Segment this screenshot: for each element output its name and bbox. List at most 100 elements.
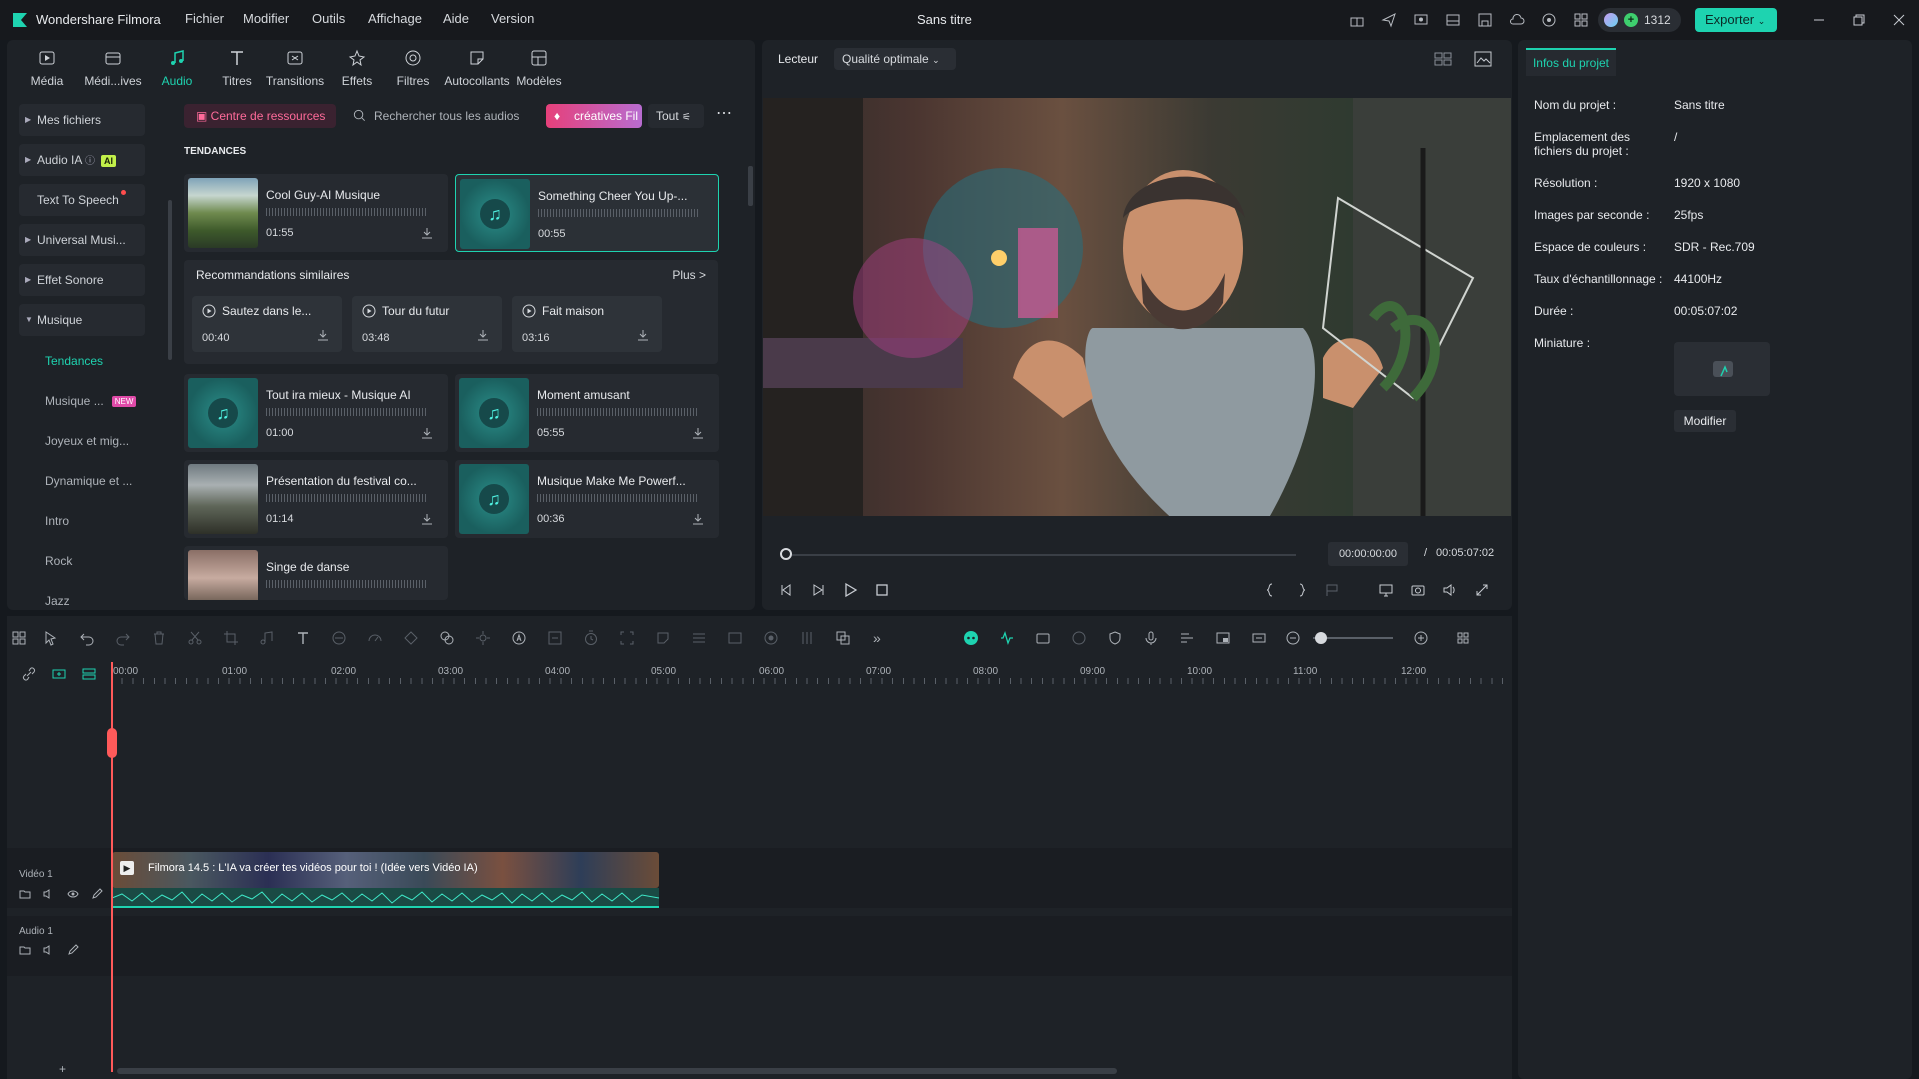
tab-project-info[interactable]: Infos du projet — [1526, 48, 1616, 76]
play-circle-icon[interactable] — [362, 304, 376, 318]
menu-version[interactable]: Version — [491, 11, 534, 26]
redo-icon[interactable] — [115, 630, 131, 646]
sidebar-item-universal-music[interactable]: ▶ Universal Musi... — [19, 224, 145, 256]
text-tool-icon[interactable] — [295, 630, 311, 646]
search-input[interactable]: Rechercher tous les audios — [350, 104, 550, 128]
track-volume-icon[interactable] — [43, 888, 55, 900]
tab-stock-media[interactable]: Médi...ives — [73, 46, 153, 90]
crop-icon[interactable] — [223, 630, 239, 646]
download-icon[interactable] — [691, 426, 705, 440]
more-options-icon[interactable]: ⋯ — [716, 106, 736, 126]
beat-sync-icon[interactable] — [999, 630, 1015, 646]
quality-dropdown[interactable]: Qualité optimale ⌄ — [834, 48, 956, 70]
stop-icon[interactable] — [874, 582, 890, 598]
export-frame-icon[interactable] — [727, 630, 743, 646]
view-options-icon[interactable] — [1455, 630, 1471, 646]
audio-card[interactable]: Cool Guy-AI Musique 01:55 — [184, 174, 448, 252]
freeze-frame-icon[interactable] — [547, 630, 563, 646]
mask-icon[interactable] — [331, 630, 347, 646]
audio-edit-icon[interactable] — [259, 630, 275, 646]
modify-thumbnail-button[interactable]: Modifier — [1674, 410, 1736, 432]
thumbnail-preview[interactable] — [1674, 342, 1770, 396]
save-icon[interactable] — [1477, 12, 1493, 28]
translate-icon[interactable] — [835, 630, 851, 646]
audio-card[interactable]: Singe de danse — [184, 546, 448, 600]
audio-mixer-icon[interactable] — [799, 630, 815, 646]
layout-icon[interactable] — [1445, 12, 1461, 28]
cut-icon[interactable] — [187, 630, 203, 646]
current-timecode[interactable]: 00:00:00:00 — [1328, 542, 1408, 566]
export-button[interactable]: Exporter ⌄ — [1695, 8, 1777, 32]
gift-icon[interactable] — [1349, 12, 1365, 28]
tab-effects[interactable]: Effets — [327, 46, 387, 90]
ai-assistant-icon[interactable] — [963, 630, 979, 646]
library-scrollbar[interactable] — [748, 166, 753, 206]
microphone-icon[interactable] — [1143, 630, 1159, 646]
zoom-in-icon[interactable] — [1413, 630, 1429, 646]
shield-icon[interactable] — [1107, 630, 1123, 646]
send-icon[interactable] — [1381, 12, 1397, 28]
sidebar-sub-rock[interactable]: Rock — [45, 554, 72, 568]
sidebar-item-my-files[interactable]: ▶ Mes fichiers — [19, 104, 145, 136]
track-manager-icon[interactable] — [81, 666, 97, 682]
audio-settings-icon[interactable] — [1179, 630, 1195, 646]
download-icon[interactable] — [316, 328, 330, 342]
menu-modifier[interactable]: Modifier — [243, 11, 289, 26]
download-icon[interactable] — [476, 328, 490, 342]
volume-icon[interactable] — [1442, 582, 1458, 598]
grid-view-icon[interactable] — [1434, 52, 1452, 66]
record-icon[interactable] — [763, 630, 779, 646]
link-icon[interactable] — [21, 666, 37, 682]
eye-icon[interactable] — [67, 888, 79, 900]
menu-outils[interactable]: Outils — [312, 11, 345, 26]
menu-aide[interactable]: Aide — [443, 11, 469, 26]
marker-icon[interactable] — [1324, 582, 1340, 598]
restore-icon[interactable] — [1851, 12, 1867, 28]
menu-affichage[interactable]: Affichage — [368, 11, 422, 26]
speed-icon[interactable] — [367, 630, 383, 646]
download-icon[interactable] — [691, 512, 705, 526]
sidebar-sub-jazz[interactable]: Jazz — [45, 594, 70, 606]
multicam-icon[interactable] — [1035, 630, 1051, 646]
playhead[interactable] — [111, 662, 113, 1072]
clip-audio-waveform[interactable] — [112, 888, 659, 908]
recommendation-card[interactable]: Sautez dans le... 00:40 — [192, 296, 342, 352]
folder-lock-icon[interactable] — [19, 944, 31, 956]
fullscreen-icon[interactable] — [1474, 582, 1490, 598]
credits-badge[interactable]: + 1312 — [1598, 8, 1681, 32]
playback-progress[interactable] — [786, 554, 1296, 556]
play-circle-icon[interactable] — [202, 304, 216, 318]
apps-grid-icon[interactable] — [1573, 12, 1589, 28]
auto-highlight-icon[interactable] — [1071, 630, 1087, 646]
add-icon[interactable]: + — [59, 1062, 66, 1076]
fit-timeline-icon[interactable] — [1251, 630, 1267, 646]
tab-templates[interactable]: Modèles — [509, 46, 569, 90]
undo-icon[interactable] — [79, 630, 95, 646]
sidebar-sub-joyful[interactable]: Joyeux et mig... — [45, 434, 129, 448]
cloud-icon[interactable] — [1509, 12, 1525, 28]
pip-icon[interactable] — [1215, 630, 1231, 646]
creative-assets-button[interactable]: ♦ créatives Fil — [546, 104, 642, 128]
play-step-icon[interactable] — [810, 582, 826, 598]
video-preview[interactable] — [763, 98, 1511, 516]
download-icon[interactable] — [420, 426, 434, 440]
adjust-icon[interactable] — [691, 630, 707, 646]
tab-filters[interactable]: Filtres — [383, 46, 443, 90]
sidebar-item-text-to-speech[interactable]: Text To Speech — [19, 184, 145, 216]
menu-fichier[interactable]: Fichier — [185, 11, 224, 26]
mark-in-icon[interactable] — [1262, 582, 1278, 598]
resource-center-button[interactable]: ▣ Centre de ressources — [184, 104, 336, 128]
play-circle-icon[interactable] — [522, 304, 536, 318]
filter-dropdown[interactable]: Tout ⚟ — [648, 104, 704, 128]
recommendation-card[interactable]: Tour du futur 03:48 — [352, 296, 502, 352]
sidebar-sub-intro[interactable]: Intro — [45, 514, 69, 528]
sidebar-scrollbar[interactable] — [168, 200, 172, 360]
sidebar-sub-trending[interactable]: Tendances — [45, 354, 103, 368]
previous-frame-icon[interactable] — [778, 582, 794, 598]
display-icon[interactable] — [1378, 582, 1394, 598]
timer-icon[interactable] — [583, 630, 599, 646]
tab-audio[interactable]: Audio — [147, 46, 207, 90]
edit-track-icon[interactable] — [91, 888, 103, 900]
layout-grid-icon[interactable] — [11, 630, 27, 646]
play-icon[interactable] — [842, 582, 858, 598]
